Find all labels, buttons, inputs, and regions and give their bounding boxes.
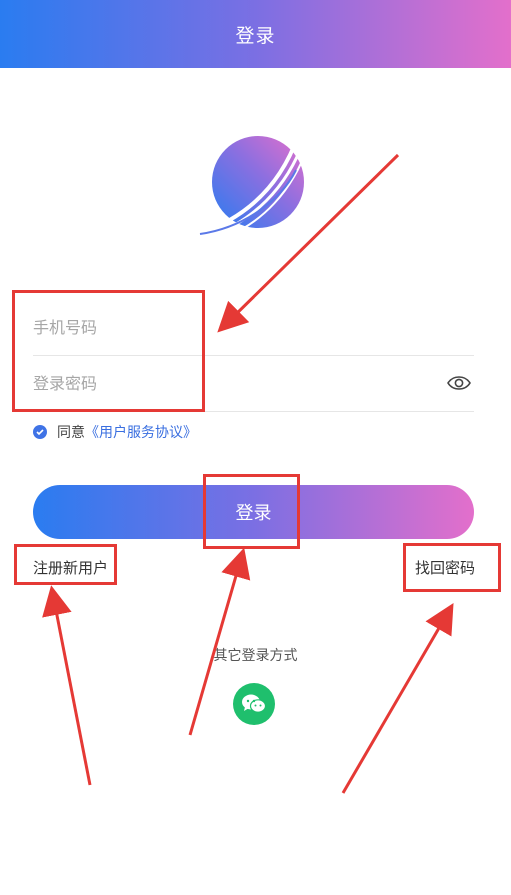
app-logo (197, 135, 309, 238)
wechat-icon (242, 694, 267, 713)
agreement-row: 同意 《用户服务协议》 (33, 422, 197, 442)
page-title: 登录 (235, 24, 276, 47)
check-icon (36, 429, 44, 436)
agreement-link[interactable]: 《用户服务协议》 (85, 422, 197, 442)
agree-checkbox[interactable] (33, 425, 47, 439)
phone-field (33, 300, 474, 356)
phone-input[interactable] (33, 318, 413, 337)
other-login-label: 其它登录方式 (213, 648, 298, 664)
password-field (33, 356, 474, 412)
wechat-login-button[interactable] (233, 683, 275, 725)
forgot-password-link[interactable]: 找回密码 (415, 557, 475, 578)
password-input[interactable] (33, 374, 413, 393)
agree-label: 同意 (57, 425, 85, 441)
login-button[interactable]: 登录 (33, 485, 474, 539)
arrow-to-register (42, 585, 92, 786)
eye-icon[interactable] (446, 371, 472, 395)
register-link[interactable]: 注册新用户 (33, 557, 108, 578)
arrow-to-forgot (341, 603, 454, 794)
app-header: 登录 (0, 0, 511, 68)
